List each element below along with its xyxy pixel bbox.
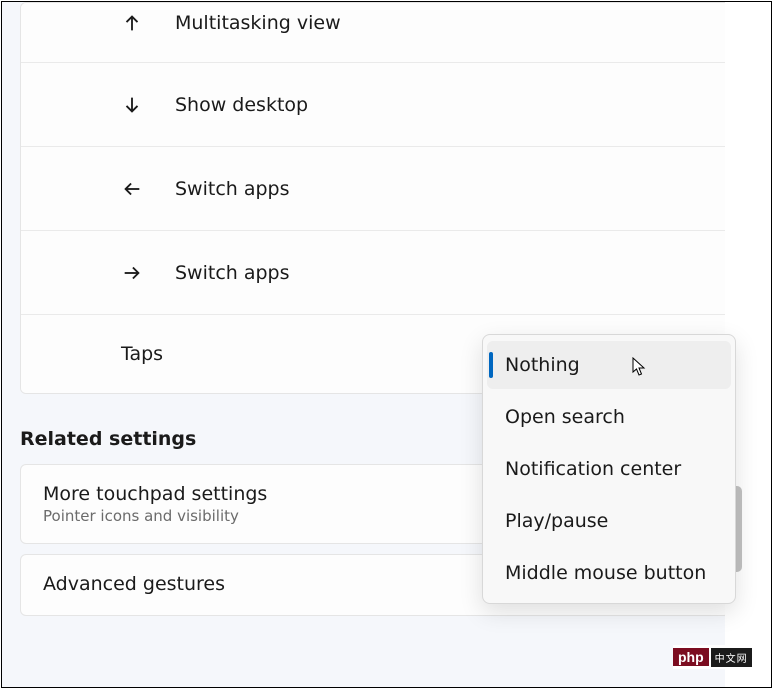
gesture-row-multitasking[interactable]: Multitasking view	[21, 3, 747, 63]
watermark-php: php	[673, 648, 709, 666]
gesture-label: Switch apps	[175, 178, 290, 200]
arrow-down-icon	[121, 94, 143, 116]
watermark: php 中文网	[673, 645, 771, 669]
gesture-label: Show desktop	[175, 94, 308, 116]
taps-label: Taps	[121, 343, 163, 365]
dropdown-item-label: Open search	[505, 406, 625, 428]
gesture-row-show-desktop[interactable]: Show desktop	[21, 63, 747, 147]
dropdown-item-middle-mouse[interactable]: Middle mouse button	[483, 547, 735, 599]
dropdown-item-open-search[interactable]: Open search	[483, 391, 735, 443]
watermark-cn: 中文网	[711, 648, 752, 667]
taps-dropdown-menu: Nothing Open search Notification center …	[482, 334, 736, 604]
dropdown-item-label: Nothing	[505, 354, 580, 376]
gesture-row-switch-apps-prev[interactable]: Switch apps	[21, 147, 747, 231]
gesture-row-switch-apps-next[interactable]: Switch apps	[21, 231, 747, 315]
arrow-right-icon	[121, 262, 143, 284]
dropdown-item-nothing[interactable]: Nothing	[487, 341, 731, 389]
dropdown-item-label: Notification center	[505, 458, 681, 480]
dropdown-item-notification-center[interactable]: Notification center	[483, 443, 735, 495]
arrow-up-icon	[121, 12, 143, 34]
dropdown-item-play-pause[interactable]: Play/pause	[483, 495, 735, 547]
dropdown-item-label: Middle mouse button	[505, 562, 706, 584]
arrow-left-icon	[121, 178, 143, 200]
gesture-label: Switch apps	[175, 262, 290, 284]
gesture-label: Multitasking view	[175, 12, 341, 34]
dropdown-item-label: Play/pause	[505, 510, 608, 532]
